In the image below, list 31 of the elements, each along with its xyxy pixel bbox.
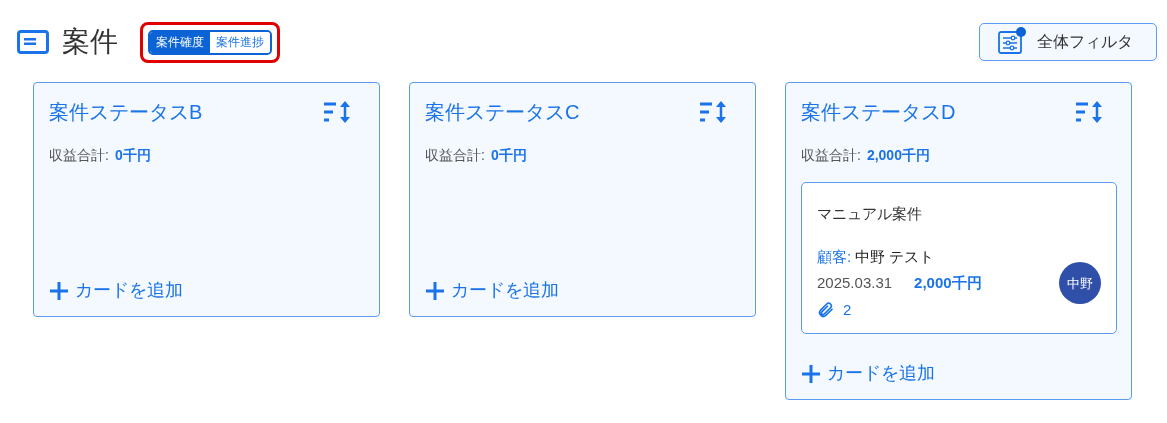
column-title: 案件ステータスD: [801, 100, 956, 125]
revenue-label: 収益合計:: [801, 146, 861, 165]
add-card-button[interactable]: カードを追加: [425, 277, 559, 304]
segment-tab[interactable]: 案件確度: [150, 31, 210, 53]
due-date: 2025.03.31: [817, 273, 893, 293]
sort-icon[interactable]: [699, 100, 729, 124]
customer-label: 顧客:: [817, 246, 852, 267]
paperclip-icon: [817, 300, 835, 319]
column-title: 案件ステータスB: [49, 100, 203, 125]
revenue-label: 収益合計:: [49, 146, 109, 165]
revenue-label: 収益合計:: [425, 146, 485, 165]
sort-icon[interactable]: [323, 100, 353, 124]
revenue-value: 2,000千円: [866, 146, 930, 165]
deal-card[interactable]: マニュアル案件 顧客: 中野 テスト 2025.03.31 2,000千円 2 中野: [801, 182, 1117, 334]
column-title: 案件ステータスC: [425, 100, 580, 125]
user-avatar: 中野: [1059, 262, 1101, 305]
add-card-button[interactable]: カードを追加: [801, 360, 935, 387]
filter-button[interactable]: 全体フィルタ: [979, 23, 1157, 61]
add-card-button[interactable]: カードを追加: [49, 277, 183, 304]
board-icon: [17, 30, 49, 54]
revenue-value: 0千円: [114, 146, 151, 165]
customer-name: 中野 テスト: [855, 246, 935, 267]
card-title: マニュアル案件: [817, 204, 923, 224]
page-title: 案件: [62, 25, 118, 59]
deal-amount: 2,000千円: [914, 273, 982, 293]
plus-icon: [49, 280, 69, 301]
plus-icon: [425, 280, 445, 301]
sort-icon[interactable]: [1075, 100, 1105, 124]
revenue-value: 0千円: [490, 146, 527, 165]
attachment-count: 2: [843, 299, 852, 320]
plus-icon: [801, 363, 821, 384]
